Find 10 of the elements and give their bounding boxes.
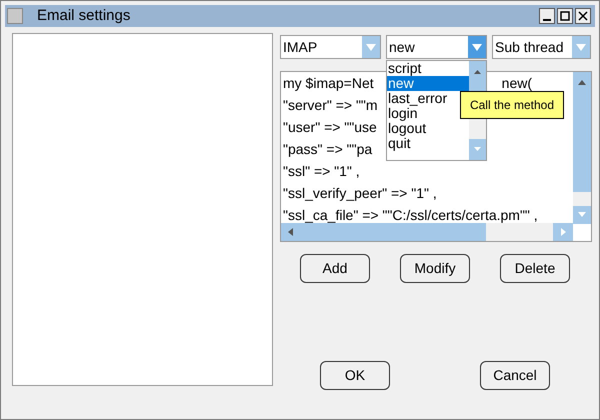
code-line: "ssl_verify_peer" => "1" ,	[283, 185, 437, 201]
code-line: "ssl_ca_file" => ""C:/ssl/certs/certa.pm"" ,	[283, 207, 538, 223]
method-tooltip: Call the method	[460, 91, 564, 119]
code-line: my $imap=Net	[283, 75, 374, 91]
code-line: new(	[502, 75, 532, 91]
window-title: Email settings	[37, 6, 130, 26]
code-line: "server" => ""m	[283, 97, 378, 113]
code-line: "user" => ""use	[283, 119, 377, 135]
code-line: "ssl" => "1" ,	[283, 163, 360, 179]
code-line: "pass" => ""pa	[283, 141, 372, 157]
